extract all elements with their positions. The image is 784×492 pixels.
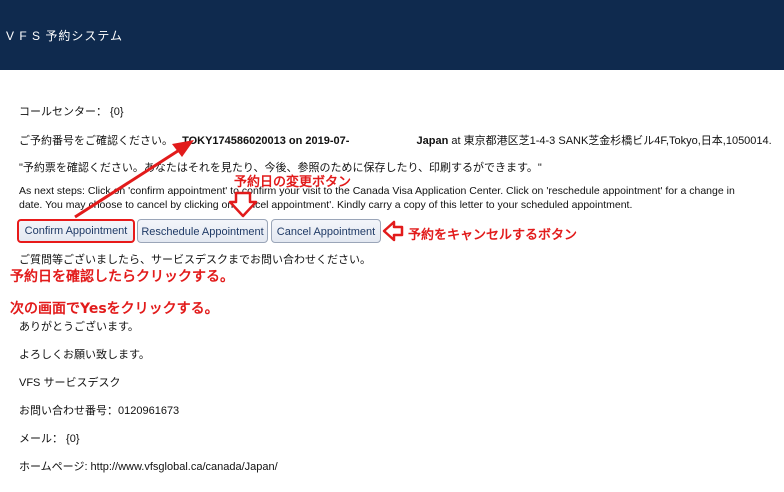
- reference-date: 2019-07-: [305, 135, 350, 147]
- inquiry-number-text: お問い合わせ番号：0120961673: [19, 405, 180, 417]
- confirm-annotation: 予約日を確認したらクリックする。: [10, 269, 234, 285]
- reference-number: TOKY174586020013: [182, 135, 286, 147]
- annotation-arrows: [74, 140, 404, 242]
- next-steps-text: As next steps: Click on 'confirm appoint…: [19, 185, 735, 211]
- regards-text: よろしくお願い致します。: [19, 349, 150, 361]
- arrow-left-cancel-icon: [382, 220, 404, 242]
- mail-text: メール： {0}: [19, 433, 80, 445]
- app-header: V F S 予約システム: [0, 0, 784, 70]
- reference-prefix: ご予約番号をご確認ください。: [19, 135, 173, 147]
- header-title: V F S 予約システム: [6, 29, 123, 43]
- thanks-text: ありがとうございます。: [19, 321, 139, 333]
- reschedule-annotation: 予約日の変更ボタン: [234, 175, 352, 190]
- yes-annotation: 次の画面でYesをクリックする。: [10, 301, 219, 317]
- reschedule-appointment-button[interactable]: Reschedule Appointment: [137, 219, 268, 243]
- cancel-appointment-button[interactable]: Cancel Appointment: [271, 219, 381, 243]
- call-center-text: コールセンター： {0}: [19, 106, 124, 118]
- service-desk-text: VFS サービスデスク: [19, 377, 121, 389]
- reference-location: Japan: [416, 135, 449, 147]
- homepage-text: ホームページ: http://www.vfsglobal.ca/canada/J…: [19, 461, 278, 473]
- reference-line: ご予約番号をご確認ください。 TOKY174586020013 on 2019-…: [19, 132, 772, 148]
- cancel-annotation: 予約をキャンセルするボタン: [408, 228, 578, 243]
- reference-address: at 東京都港区芝1-4-3 SANK芝金杉橋ビル4F,Tokyo,日本,105…: [451, 135, 772, 147]
- confirm-appointment-button[interactable]: Confirm Appointment: [17, 219, 135, 243]
- questions-text: ご質問等ございましたら、サービスデスクまでお問い合わせください。: [19, 254, 371, 266]
- reference-on: on: [288, 135, 303, 147]
